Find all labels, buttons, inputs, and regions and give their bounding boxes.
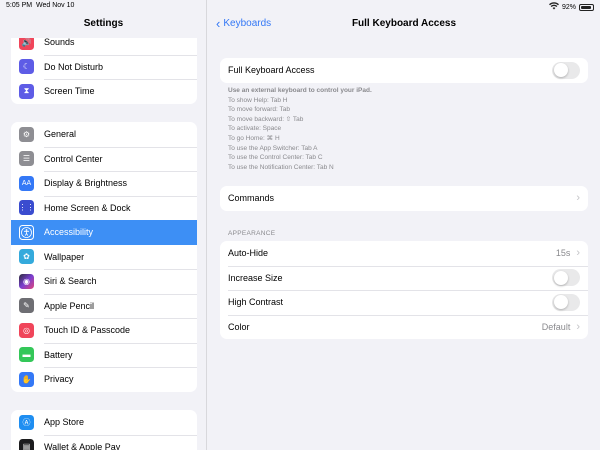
sidebar-item-label: Siri & Search bbox=[44, 276, 97, 287]
status-date: Wed Nov 10 bbox=[36, 2, 75, 9]
gear-icon: ⚙ bbox=[19, 126, 34, 142]
sidebar-title: Settings bbox=[83, 18, 124, 29]
switches-icon: ☰ bbox=[19, 151, 34, 167]
sidebar-item-label: General bbox=[44, 129, 77, 140]
sidebar-item-privacy[interactable]: ✋ Privacy bbox=[11, 367, 197, 392]
footer-line: To show Help: Tab H bbox=[228, 96, 288, 104]
sidebar-group-1: 🔊 Sounds ☾ Do Not Disturb ⧗ Screen Time bbox=[11, 30, 197, 104]
hourglass-icon: ⧗ bbox=[19, 83, 34, 99]
auto-hide-value: 15s bbox=[555, 248, 571, 259]
footer-line: To use the App Switcher: Tab A bbox=[228, 144, 318, 152]
sidebar-item-label: Accessibility bbox=[44, 227, 94, 238]
color-label: Color bbox=[228, 321, 250, 332]
appearance-card: Auto-Hide 15s › Increase Size High Contr… bbox=[220, 241, 588, 339]
hand-icon: ✋ bbox=[19, 371, 34, 387]
sidebar-group-3: Ⓐ App Store ▤ Wallet & Apple Pay bbox=[11, 410, 197, 450]
moon-icon: ☾ bbox=[19, 59, 34, 75]
grid-icon: ⋮⋮ bbox=[19, 200, 35, 216]
increase-size-label: Increase Size bbox=[228, 272, 283, 283]
siri-icon: ◉ bbox=[19, 273, 34, 289]
sidebar-item-label: Do Not Disturb bbox=[44, 61, 104, 72]
battery-icon: ▬ bbox=[19, 347, 34, 363]
sidebar-item-general[interactable]: ⚙ General bbox=[11, 122, 197, 147]
sidebar-item-label: Sounds bbox=[44, 37, 75, 48]
sidebar-item-home-screen-dock[interactable]: ⋮⋮ Home Screen & Dock bbox=[11, 195, 197, 221]
increase-size-toggle[interactable] bbox=[552, 269, 580, 287]
full-keyboard-access-card: Full Keyboard Access bbox=[220, 58, 588, 83]
increase-size-row: Increase Size bbox=[220, 265, 588, 291]
sidebar-item-label: Wallpaper bbox=[44, 251, 85, 262]
sidebar-item-do-not-disturb[interactable]: ☾ Do Not Disturb bbox=[11, 54, 197, 80]
high-contrast-toggle[interactable] bbox=[552, 293, 580, 311]
pencil-icon: ✎ bbox=[19, 298, 34, 314]
sidebar-item-touch-id-passcode[interactable]: ◎ Touch ID & Passcode bbox=[11, 318, 197, 343]
sidebar-item-label: Home Screen & Dock bbox=[44, 202, 131, 213]
sidebar-group-2: ⚙ General ☰ Control Center AA Display & … bbox=[11, 122, 197, 392]
sidebar-item-wallet-apple-pay[interactable]: ▤ Wallet & Apple Pay bbox=[11, 434, 197, 450]
color-value: Default bbox=[541, 321, 571, 332]
detail-pane: ‹ Keyboards Full Keyboard Access Full Ke… bbox=[208, 0, 600, 450]
sidebar-item-battery[interactable]: ▬ Battery bbox=[11, 342, 197, 368]
sidebar-item-control-center[interactable]: ☰ Control Center bbox=[11, 146, 197, 172]
page-title: Full Keyboard Access bbox=[351, 18, 457, 29]
wifi-icon bbox=[548, 2, 559, 12]
sidebar-item-label: Apple Pencil bbox=[44, 300, 95, 311]
full-keyboard-access-row: Full Keyboard Access bbox=[220, 58, 588, 83]
sidebar-item-label: Touch ID & Passcode bbox=[44, 325, 131, 336]
footer-line: To use the Control Center: Tab C bbox=[228, 154, 323, 162]
battery-percent: 92% bbox=[561, 3, 576, 11]
commands-card: Commands › bbox=[220, 186, 588, 211]
sidebar-item-siri-search[interactable]: ◉ Siri & Search bbox=[11, 269, 197, 294]
footer-line: To use the Notification Center: Tab N bbox=[228, 163, 334, 171]
appearance-section-header: APPEARANCE bbox=[228, 230, 276, 237]
sidebar-item-apple-pencil[interactable]: ✎ Apple Pencil bbox=[11, 293, 197, 319]
keyboard-help-footer: Use an external keyboard to control your… bbox=[228, 86, 372, 172]
footer-line: To activate: Space bbox=[228, 125, 282, 133]
sidebar-item-label: Wallet & Apple Pay bbox=[44, 441, 121, 450]
sidebar-item-label: Privacy bbox=[44, 374, 74, 385]
high-contrast-row: High Contrast bbox=[220, 290, 588, 315]
battery-icon bbox=[579, 3, 594, 11]
sidebar-item-screen-time[interactable]: ⧗ Screen Time bbox=[11, 79, 197, 104]
footer-line: To go Home: ⌘ H bbox=[228, 134, 280, 142]
sidebar-item-wallpaper[interactable]: ✿ Wallpaper bbox=[11, 245, 197, 270]
chevron-right-icon: › bbox=[576, 247, 580, 260]
auto-hide-label: Auto-Hide bbox=[228, 248, 269, 259]
sidebar-item-label: App Store bbox=[44, 417, 85, 428]
text-size-icon: AA bbox=[19, 175, 34, 191]
status-right: 92% bbox=[548, 2, 594, 12]
color-row[interactable]: Color Default › bbox=[220, 314, 588, 340]
commands-label: Commands bbox=[228, 193, 275, 204]
commands-row[interactable]: Commands › bbox=[220, 186, 588, 211]
sidebar-item-app-store[interactable]: Ⓐ App Store bbox=[11, 410, 197, 435]
auto-hide-row[interactable]: Auto-Hide 15s › bbox=[220, 241, 588, 266]
sidebar-item-label: Battery bbox=[44, 349, 73, 360]
fingerprint-icon: ◎ bbox=[19, 322, 34, 338]
settings-sidebar: Settings 🔊 Sounds ☾ Do Not Disturb ⧗ Scr… bbox=[0, 0, 207, 450]
status-bar: 5:05 PM Wed Nov 10 92% bbox=[0, 0, 600, 12]
sidebar-item-display-brightness[interactable]: AA Display & Brightness bbox=[11, 171, 197, 196]
sidebar-item-label: Display & Brightness bbox=[44, 178, 128, 189]
footer-line: To move backward: ⇧ Tab bbox=[228, 115, 304, 123]
footer-title: Use an external keyboard to control your… bbox=[228, 87, 372, 94]
high-contrast-label: High Contrast bbox=[228, 297, 284, 308]
footer-line: To move forward: Tab bbox=[228, 106, 291, 114]
status-time: 5:05 PM bbox=[6, 2, 33, 9]
chevron-right-icon: › bbox=[576, 320, 580, 333]
wallet-icon: ▤ bbox=[19, 439, 34, 450]
full-keyboard-access-label: Full Keyboard Access bbox=[228, 65, 315, 76]
sidebar-item-accessibility[interactable]: Accessibility bbox=[11, 220, 197, 245]
flower-icon: ✿ bbox=[19, 249, 34, 265]
chevron-right-icon: › bbox=[576, 192, 580, 205]
sidebar-item-label: Control Center bbox=[44, 153, 103, 164]
full-keyboard-access-toggle[interactable] bbox=[552, 61, 580, 79]
app-store-icon: Ⓐ bbox=[19, 414, 34, 430]
sidebar-item-label: Screen Time bbox=[44, 86, 95, 97]
accessibility-icon bbox=[19, 224, 34, 240]
